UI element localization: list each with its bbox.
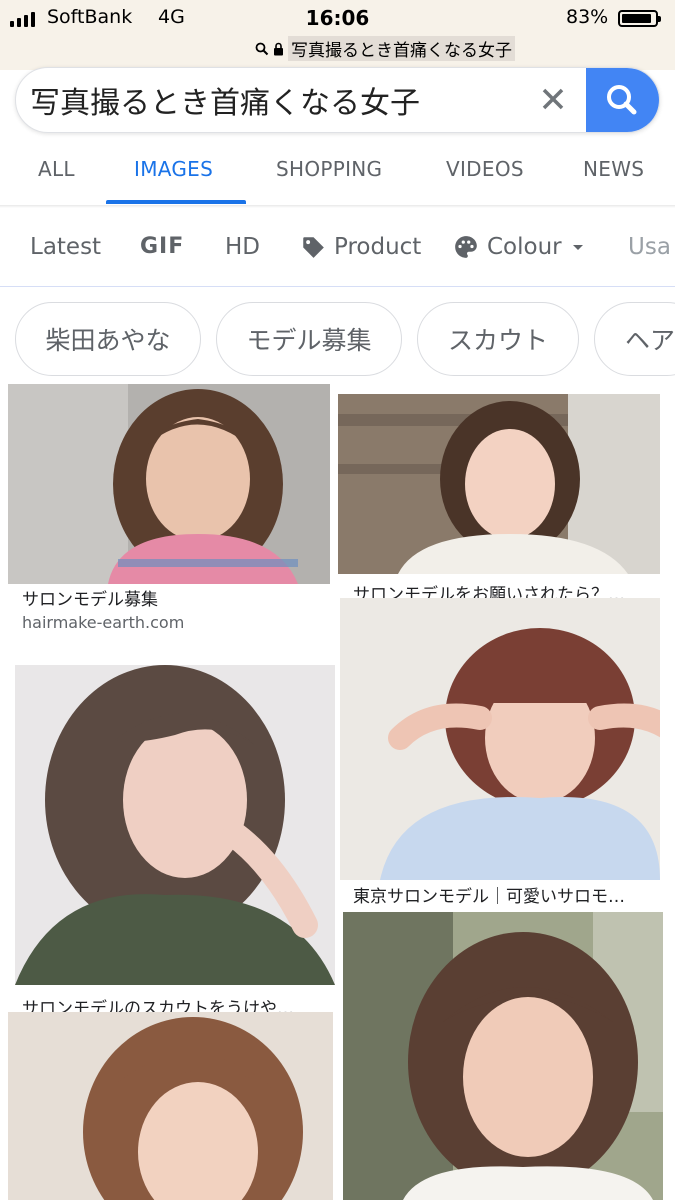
tag-icon <box>303 237 324 258</box>
url-text: 写真撮るとき首痛くなる女子 <box>288 36 515 61</box>
image-result[interactable] <box>340 598 660 880</box>
related-chip[interactable]: モデル募集 <box>216 302 402 376</box>
filter-label: Usa <box>628 234 671 260</box>
tab-shopping[interactable]: SHOPPING <box>276 157 382 181</box>
battery-icon <box>618 10 661 27</box>
lock-icon <box>274 42 283 55</box>
gif-icon: GIF <box>140 234 185 259</box>
related-chip[interactable]: 柴田あやな <box>15 302 201 376</box>
clear-icon[interactable] <box>536 82 570 116</box>
image-result[interactable] <box>338 394 660 574</box>
tab-news[interactable]: NEWS <box>583 157 644 181</box>
search-input[interactable]: 写真撮るとき首痛くなる女子 <box>30 78 420 122</box>
search-tabs: ALL IMAGES SHOPPING VIDEOS NEWS <box>0 135 675 205</box>
filter-row: Latest GIF HD Product Colour Usa <box>0 210 675 286</box>
tab-videos[interactable]: VIDEOS <box>446 157 524 181</box>
result-caption[interactable]: サロンモデル募集 <box>22 585 158 610</box>
result-source[interactable]: hairmake-earth.com <box>22 613 184 632</box>
result-photo <box>8 384 330 584</box>
filter-label: Latest <box>30 234 102 260</box>
tab-images[interactable]: IMAGES <box>134 157 213 181</box>
image-result[interactable] <box>8 384 330 584</box>
related-chip[interactable]: ヘア <box>594 302 675 376</box>
battery-percentage: 83% <box>566 6 609 28</box>
filter-label: HD <box>225 234 261 260</box>
filter-colour[interactable]: Colour <box>453 234 586 260</box>
image-result[interactable] <box>15 665 335 985</box>
tabs-divider <box>0 205 675 208</box>
result-photo <box>15 665 335 985</box>
palette-icon <box>455 236 477 258</box>
tab-all[interactable]: ALL <box>38 157 75 181</box>
search-icon <box>607 85 637 115</box>
filters-divider <box>0 286 675 287</box>
active-tab-indicator <box>106 200 246 204</box>
related-chip[interactable]: スカウト <box>417 302 579 376</box>
address-bar[interactable]: 写真撮るとき首痛くなる女子 <box>255 36 515 61</box>
result-caption[interactable]: 東京サロンモデル｜可愛いサロモ… <box>353 882 625 907</box>
status-bar: SoftBank 4G 16:06 83% 写真撮るとき首痛くなる女子 <box>0 0 675 70</box>
search-button[interactable] <box>586 68 659 132</box>
filter-gif[interactable]: GIF <box>140 234 184 259</box>
result-photo <box>343 912 663 1200</box>
filter-usage[interactable]: Usa <box>628 234 671 260</box>
search-small-icon <box>255 42 269 55</box>
filter-label: Product <box>334 234 422 260</box>
filter-latest[interactable]: Latest <box>30 234 101 260</box>
filter-label: Colour <box>487 234 562 260</box>
result-photo <box>340 598 660 880</box>
image-result[interactable] <box>8 1012 333 1200</box>
image-result[interactable] <box>343 912 663 1200</box>
result-photo <box>338 394 660 574</box>
search-box[interactable]: 写真撮るとき首痛くなる女子 <box>15 67 660 133</box>
result-photo <box>8 1012 333 1200</box>
chevron-down-icon <box>572 245 583 250</box>
filter-product[interactable]: Product <box>300 234 421 260</box>
filter-hd[interactable]: HD <box>225 234 260 260</box>
